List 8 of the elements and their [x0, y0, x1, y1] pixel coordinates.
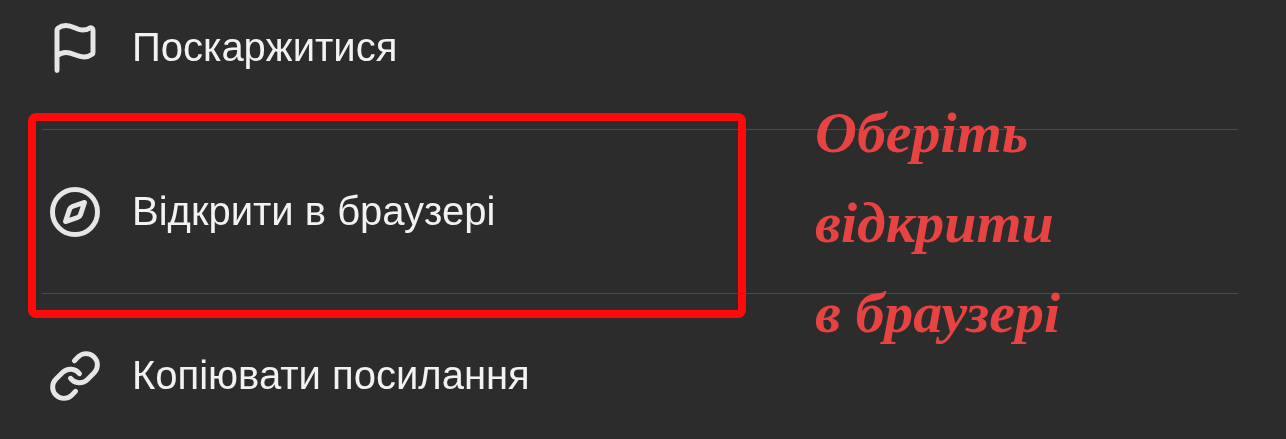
annotation-text: в браузері: [815, 279, 1061, 347]
link-icon: [48, 348, 102, 403]
annotation-text: Оберіть: [815, 99, 1030, 167]
annotation-text: відкрити: [815, 189, 1055, 257]
menu-item[interactable]: Поскаржитися: [132, 25, 398, 70]
compass-icon: [48, 184, 102, 239]
menu-item[interactable]: Відкрити в браузері: [132, 189, 496, 234]
menu-item[interactable]: Копіювати посилання: [132, 353, 530, 398]
